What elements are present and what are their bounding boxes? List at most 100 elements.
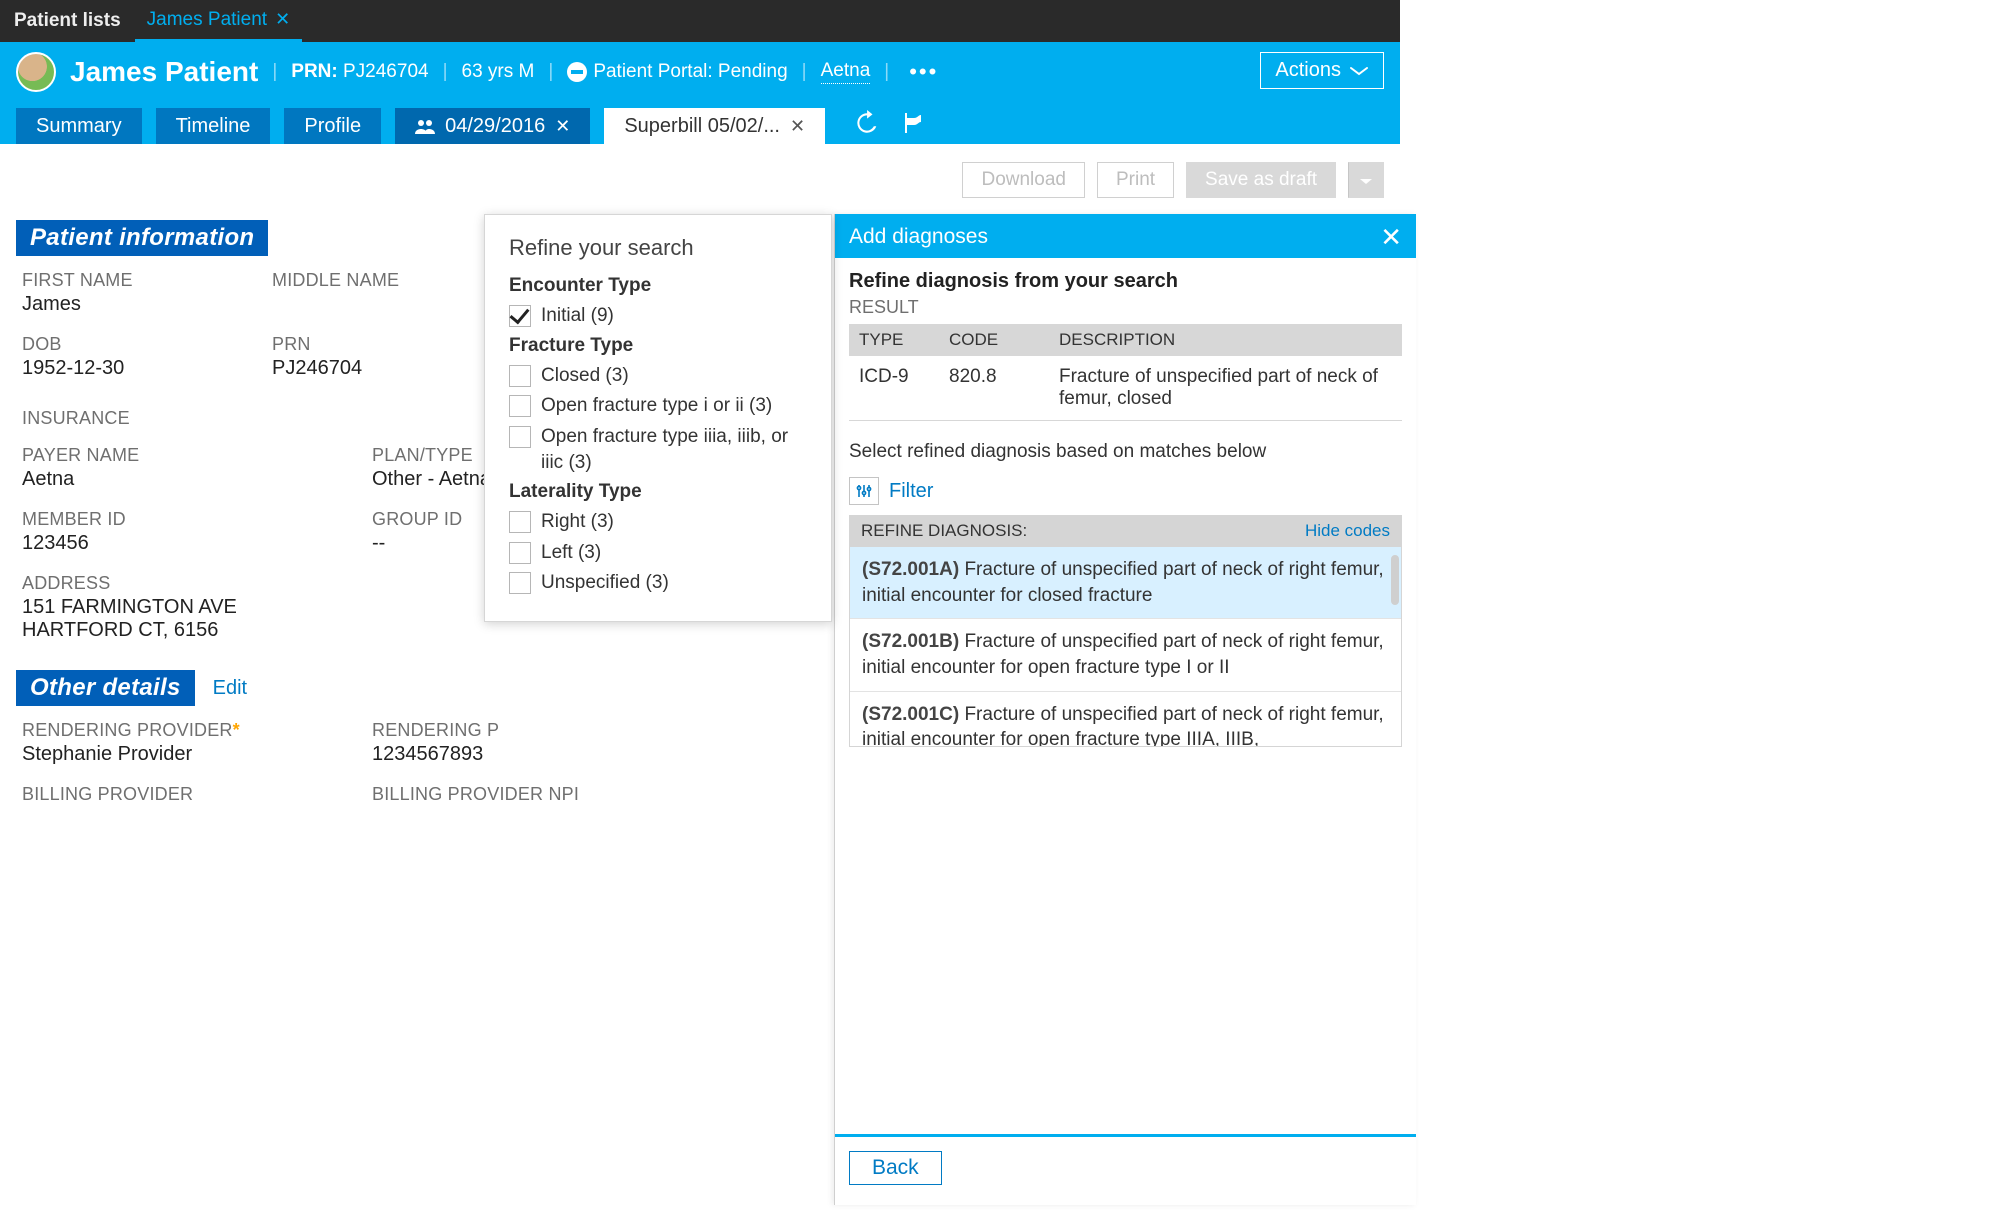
checkbox-laterality-right[interactable]: Right (3)	[509, 509, 807, 535]
tab-summary[interactable]: Summary	[16, 108, 142, 144]
tab-superbill-label: Superbill 05/02/...	[624, 115, 780, 138]
actions-button[interactable]: Actions	[1260, 52, 1384, 89]
col-code: CODE	[939, 324, 1049, 356]
middle-name-label: MIDDLE NAME	[272, 270, 472, 291]
laterality-type-title: Laterality Type	[509, 481, 807, 503]
col-type: TYPE	[849, 324, 939, 356]
history-icon[interactable]	[853, 110, 879, 136]
tab-superbill[interactable]: Superbill 05/02/... ✕	[604, 108, 825, 144]
divider: |	[884, 61, 889, 83]
address-line2: HARTFORD CT, 6156	[22, 619, 342, 642]
list-item[interactable]: (S72.001B) Fracture of unspecified part …	[850, 619, 1401, 691]
checkbox-icon	[509, 542, 531, 564]
prn-field-label: PRN	[272, 334, 472, 355]
checkbox-label: Closed (3)	[541, 363, 629, 389]
filter-button[interactable]	[849, 477, 879, 505]
edit-link[interactable]: Edit	[213, 677, 247, 700]
divider: |	[548, 61, 553, 83]
open-patient-tab-label: James Patient	[147, 9, 267, 31]
actions-label: Actions	[1275, 59, 1341, 82]
hide-codes-link[interactable]: Hide codes	[1305, 521, 1390, 541]
minus-circle-icon	[567, 62, 587, 82]
chevron-down-icon	[1349, 66, 1369, 76]
dob-label: DOB	[22, 334, 242, 355]
payer-name-label: PAYER NAME	[22, 445, 342, 466]
portal-status[interactable]: Patient Portal: Pending	[567, 61, 787, 83]
checkbox-laterality-unspecified[interactable]: Unspecified (3)	[509, 570, 807, 596]
checkbox-icon	[509, 511, 531, 533]
download-button[interactable]: Download	[962, 162, 1085, 198]
checkbox-fracture-closed[interactable]: Closed (3)	[509, 363, 807, 389]
age-sex: 63 yrs M	[462, 61, 535, 83]
divider: |	[272, 61, 277, 83]
other-details-section-title: Other details	[16, 670, 195, 706]
open-patient-tab[interactable]: James Patient ✕	[135, 0, 303, 42]
patient-name: James Patient	[70, 56, 258, 88]
billing-provider-label: BILLING PROVIDER	[22, 784, 342, 805]
list-item[interactable]: (S72.001A) Fracture of unspecified part …	[850, 547, 1401, 619]
back-button[interactable]: Back	[849, 1151, 942, 1185]
flag-icon[interactable]	[901, 110, 925, 136]
cell-type: ICD-9	[849, 356, 939, 421]
panel-subtitle: Refine diagnosis from your search	[849, 270, 1402, 293]
save-draft-dropdown[interactable]	[1348, 162, 1384, 198]
portal-status-label: Patient Portal: Pending	[593, 61, 787, 82]
diagnosis-list: (S72.001A) Fracture of unspecified part …	[849, 547, 1402, 747]
checkbox-label: Initial (9)	[541, 303, 614, 329]
people-icon	[415, 118, 435, 134]
rendering-provider-npi-value: 1234567893	[372, 743, 632, 766]
checkbox-fracture-open-iii[interactable]: Open fracture type iiia, iiib, or iiic (…	[509, 424, 807, 475]
avatar[interactable]	[16, 52, 56, 92]
billing-provider-npi-label: BILLING PROVIDER NPI	[372, 784, 632, 805]
member-id-label: MEMBER ID	[22, 509, 342, 530]
save-draft-button[interactable]: Save as draft	[1186, 162, 1336, 198]
rendering-provider-npi-label: RENDERING P	[372, 720, 632, 741]
first-name-label: FIRST NAME	[22, 270, 242, 291]
tab-profile[interactable]: Profile	[284, 108, 381, 144]
insurance-link[interactable]: Aetna	[821, 60, 871, 84]
checkbox-encounter-initial[interactable]: Initial (9)	[509, 303, 807, 329]
checkbox-fracture-open-i-ii[interactable]: Open fracture type i or ii (3)	[509, 393, 807, 419]
prn-field-value: PJ246704	[272, 357, 472, 380]
col-description: DESCRIPTION	[1049, 324, 1402, 356]
list-item[interactable]: (S72.001C) Fracture of unspecified part …	[850, 692, 1401, 746]
checkbox-label: Left (3)	[541, 540, 601, 566]
fracture-type-title: Fracture Type	[509, 335, 807, 357]
prn-group: PRN: PJ246704	[291, 61, 428, 83]
checkbox-laterality-left[interactable]: Left (3)	[509, 540, 807, 566]
tab-date-label: 04/29/2016	[445, 115, 545, 138]
dx-code: (S72.001B)	[862, 631, 959, 652]
first-name-value: James	[22, 293, 242, 316]
checkbox-icon	[509, 395, 531, 417]
checkbox-icon	[509, 305, 531, 327]
close-icon[interactable]: ✕	[790, 116, 805, 137]
checkbox-label: Open fracture type iiia, iiib, or iiic (…	[541, 424, 807, 475]
checkbox-icon	[509, 572, 531, 594]
rendering-provider-label: RENDERING PROVIDER*	[22, 720, 342, 741]
prn-value: PJ246704	[343, 61, 429, 82]
refine-dx-label: REFINE DIAGNOSIS:	[861, 521, 1027, 541]
close-icon[interactable]: ✕	[1380, 224, 1402, 250]
close-icon[interactable]: ✕	[275, 9, 290, 30]
panel-title: Add diagnoses	[849, 225, 988, 249]
print-button[interactable]: Print	[1097, 162, 1174, 198]
dx-code: (S72.001C)	[862, 704, 959, 725]
patient-lists-tab[interactable]: Patient lists	[0, 0, 135, 42]
chevron-down-icon	[1360, 179, 1372, 184]
scrollbar[interactable]	[1391, 555, 1399, 605]
tab-timeline[interactable]: Timeline	[156, 108, 271, 144]
tab-encounter-date[interactable]: 04/29/2016 ✕	[395, 108, 590, 144]
checkbox-icon	[509, 365, 531, 387]
sliders-icon	[856, 483, 872, 499]
checkbox-label: Right (3)	[541, 509, 614, 535]
divider: |	[802, 61, 807, 83]
table-row[interactable]: ICD-9 820.8 Fracture of unspecified part…	[849, 356, 1402, 421]
rendering-provider-value: Stephanie Provider	[22, 743, 342, 766]
more-menu-icon[interactable]: •••	[903, 59, 944, 85]
close-icon[interactable]: ✕	[555, 116, 570, 137]
address-line1: 151 FARMINGTON AVE	[22, 596, 342, 619]
refine-search-title: Refine your search	[509, 235, 807, 261]
select-refined-text: Select refined diagnosis based on matche…	[849, 441, 1402, 463]
filter-link[interactable]: Filter	[889, 480, 933, 503]
checkbox-label: Open fracture type i or ii (3)	[541, 393, 772, 419]
